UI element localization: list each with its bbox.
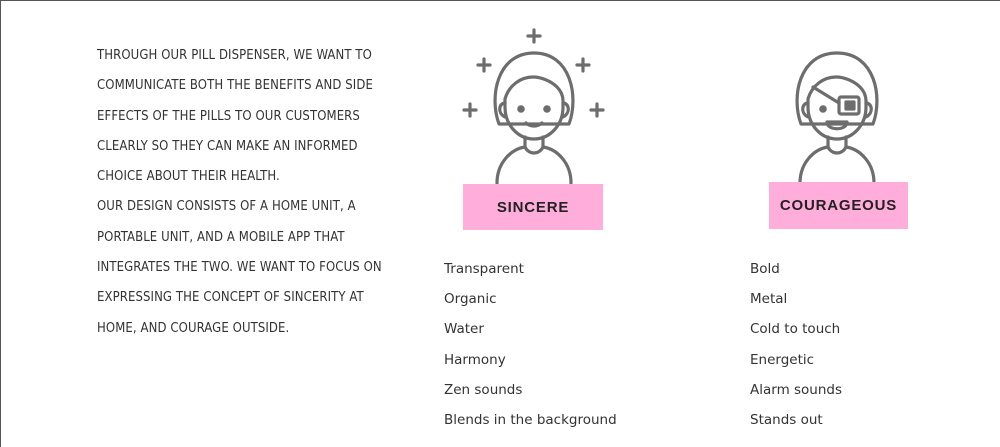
list-item: Blends in the background <box>444 411 617 428</box>
intro-paragraph-2: OUR DESIGN CONSISTS OF A HOME UNIT, A PO… <box>97 199 382 336</box>
sincere-traits-list: Transparent Organic Water Harmony Zen so… <box>444 254 617 435</box>
courageous-label: COURAGEOUS <box>769 182 908 229</box>
list-item: Alarm sounds <box>750 381 843 398</box>
list-item: Bold <box>750 261 780 277</box>
list-item: Transparent <box>444 261 524 277</box>
list-item: Harmony <box>444 351 506 368</box>
courageous-traits-list: Bold Metal Cold to touch Energetic Alarm… <box>750 254 842 435</box>
list-item: Water <box>444 321 484 338</box>
list-item: Metal <box>750 291 788 308</box>
intro-paragraph-1: THROUGH OUR PILL DISPENSER, WE WANT TO C… <box>97 48 373 185</box>
list-item: Stands out <box>750 411 823 428</box>
list-item: Zen sounds <box>444 381 523 398</box>
list-item: Energetic <box>750 351 815 368</box>
sincere-person-icon <box>459 27 609 187</box>
intro-text: THROUGH OUR PILL DISPENSER, WE WANT TO C… <box>97 41 387 344</box>
courageous-person-icon <box>777 27 897 187</box>
list-item: Cold to touch <box>750 321 841 338</box>
sincere-label: SINCERE <box>463 184 603 230</box>
list-item: Organic <box>444 291 497 308</box>
